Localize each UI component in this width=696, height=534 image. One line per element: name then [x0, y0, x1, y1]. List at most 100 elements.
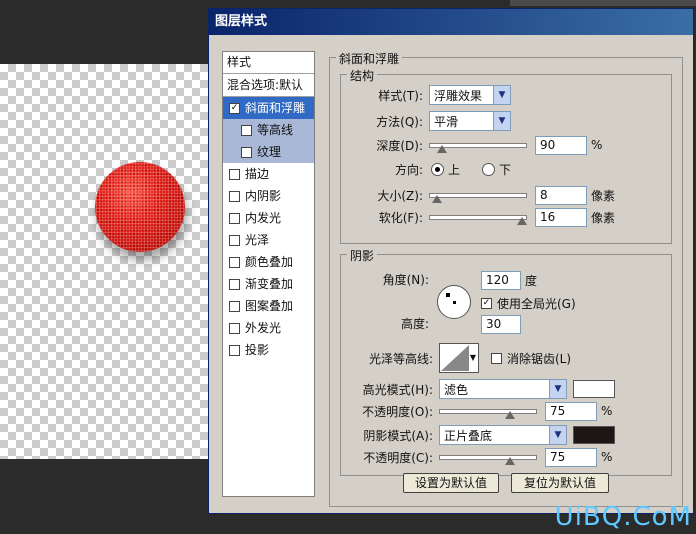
- direction-up-radio[interactable]: [431, 163, 444, 176]
- chevron-down-icon: ▼: [493, 86, 510, 104]
- depth-slider[interactable]: [429, 135, 527, 155]
- highlight-opacity-input[interactable]: 75: [545, 401, 597, 421]
- satin-checkbox[interactable]: [229, 234, 240, 246]
- angle-dial-center: [453, 301, 456, 304]
- highlight-opacity-thumb[interactable]: [505, 411, 515, 419]
- inner-glow-checkbox[interactable]: [229, 212, 240, 224]
- anti-alias-label: 消除锯齿(L): [507, 351, 572, 366]
- soften-slider[interactable]: [429, 207, 527, 227]
- shadow-opacity-thumb[interactable]: [505, 457, 515, 465]
- style-item-bevel[interactable]: ✓ 斜面和浮雕: [223, 97, 314, 119]
- shadow-color-swatch[interactable]: [573, 426, 615, 444]
- drop-shadow-checkbox[interactable]: [229, 344, 240, 356]
- size-input[interactable]: 8: [535, 185, 587, 205]
- styles-header[interactable]: 样式: [223, 52, 314, 74]
- blending-options[interactable]: 混合选项:默认: [223, 74, 314, 97]
- style-item-label: 图案叠加: [245, 299, 294, 313]
- chevron-down-icon: ▼: [493, 112, 510, 130]
- shading-group: 阴影 角度(N): 120 度 ✓ 使用全局光(G) 高度: 30 光泽等高线:…: [340, 247, 672, 476]
- style-item-label: 纹理: [257, 145, 282, 159]
- style-item-inner-glow[interactable]: 内发光: [223, 207, 314, 229]
- set-default-button[interactable]: 设置为默认值: [403, 473, 499, 493]
- stroke-checkbox[interactable]: [229, 168, 240, 180]
- soften-input[interactable]: 16: [535, 207, 587, 227]
- highlight-mode-select[interactable]: 滤色 ▼: [439, 379, 567, 399]
- site-watermark: UiBQ.CoM: [554, 502, 692, 532]
- shadow-opacity-input[interactable]: 75: [545, 447, 597, 467]
- soften-slider-thumb[interactable]: [517, 217, 527, 225]
- highlight-mode-label: 高光模式(H):: [362, 382, 433, 397]
- size-unit: 像素: [591, 188, 616, 203]
- technique-select[interactable]: 平滑 ▼: [429, 111, 511, 131]
- style-select[interactable]: 浮雕效果 ▼: [429, 85, 511, 105]
- contour-curve-icon: [441, 345, 469, 371]
- technique-select-value: 平滑: [434, 114, 459, 129]
- style-item-label: 内发光: [245, 211, 282, 225]
- style-item-texture[interactable]: 纹理: [223, 141, 314, 163]
- style-item-gradient-overlay[interactable]: 渐变叠加: [223, 273, 314, 295]
- slider-track: [429, 193, 527, 198]
- size-slider-thumb[interactable]: [431, 195, 442, 203]
- document-canvas: [0, 64, 212, 459]
- shadow-opacity-slider[interactable]: [439, 447, 537, 467]
- depth-slider-thumb[interactable]: [436, 145, 447, 153]
- highlight-opacity-slider[interactable]: [439, 401, 537, 421]
- reset-default-button[interactable]: 复位为默认值: [511, 473, 609, 493]
- contour-checkbox[interactable]: [241, 124, 252, 136]
- texture-checkbox[interactable]: [241, 146, 252, 158]
- radio-dot: [435, 167, 440, 172]
- color-overlay-checkbox[interactable]: [229, 256, 240, 268]
- style-item-label: 光泽: [245, 233, 270, 247]
- angle-dial-indicator: [446, 293, 450, 297]
- style-item-label: 描边: [245, 167, 270, 181]
- structure-group: 结构 样式(T): 浮雕效果 ▼ 方法(Q): 平滑 ▼ 深度(D): 90 %…: [340, 67, 672, 244]
- angle-label: 角度(N):: [382, 273, 429, 287]
- gradient-overlay-checkbox[interactable]: [229, 278, 240, 290]
- angle-input[interactable]: 120: [481, 271, 521, 290]
- global-light-checkbox[interactable]: ✓: [481, 298, 492, 309]
- slider-track: [429, 215, 527, 220]
- angle-dial[interactable]: [437, 285, 471, 319]
- style-item-inner-shadow[interactable]: 内阴影: [223, 185, 314, 207]
- shading-title: 阴影: [347, 247, 378, 264]
- size-slider[interactable]: [429, 185, 527, 205]
- chevron-down-icon: ▼: [549, 426, 566, 444]
- slider-track: [439, 409, 537, 414]
- style-item-contour[interactable]: 等高线: [223, 119, 314, 141]
- chevron-down-icon: ▼: [549, 380, 566, 398]
- style-item-label: 颜色叠加: [245, 255, 294, 269]
- layer-style-dialog: 图层样式 样式 混合选项:默认 ✓ 斜面和浮雕 等高线 纹理 描边 内阴影 内发…: [208, 8, 694, 514]
- gloss-contour-picker[interactable]: ▼: [439, 343, 479, 373]
- altitude-input[interactable]: 30: [481, 315, 521, 334]
- depth-unit: %: [591, 138, 603, 152]
- shadow-mode-label: 阴影模式(A):: [363, 428, 433, 443]
- bevel-group: 斜面和浮雕 结构 样式(T): 浮雕效果 ▼ 方法(Q): 平滑 ▼ 深度(D)…: [329, 50, 683, 507]
- pattern-overlay-checkbox[interactable]: [229, 300, 240, 312]
- shadow-mode-value: 正片叠底: [444, 428, 493, 443]
- style-item-label: 内阴影: [245, 189, 282, 203]
- style-select-value: 浮雕效果: [434, 88, 483, 103]
- structure-title: 结构: [347, 67, 378, 84]
- red-sphere-artwork: [95, 162, 185, 252]
- style-item-outer-glow[interactable]: 外发光: [223, 317, 314, 339]
- style-item-satin[interactable]: 光泽: [223, 229, 314, 251]
- size-label: 大小(Z):: [377, 188, 423, 203]
- direction-down-label: 下: [499, 163, 512, 177]
- style-item-color-overlay[interactable]: 颜色叠加: [223, 251, 314, 273]
- depth-input[interactable]: 90: [535, 135, 587, 155]
- shadow-mode-select[interactable]: 正片叠底 ▼: [439, 425, 567, 445]
- direction-down-radio[interactable]: [482, 163, 496, 176]
- bevel-checkbox[interactable]: ✓: [229, 102, 240, 114]
- shadow-opacity-unit: %: [601, 450, 613, 464]
- style-item-pattern-overlay[interactable]: 图案叠加: [223, 295, 314, 317]
- highlight-color-swatch[interactable]: [573, 380, 615, 398]
- outer-glow-checkbox[interactable]: [229, 322, 240, 334]
- style-item-stroke[interactable]: 描边: [223, 163, 314, 185]
- inner-shadow-checkbox[interactable]: [229, 190, 240, 202]
- style-item-drop-shadow[interactable]: 投影: [223, 339, 314, 361]
- gloss-contour-label: 光泽等高线:: [368, 351, 433, 366]
- angle-unit: 度: [525, 274, 538, 288]
- bevel-group-title: 斜面和浮雕: [336, 50, 403, 67]
- anti-alias-checkbox[interactable]: [491, 352, 502, 364]
- altitude-label: 高度:: [400, 317, 429, 331]
